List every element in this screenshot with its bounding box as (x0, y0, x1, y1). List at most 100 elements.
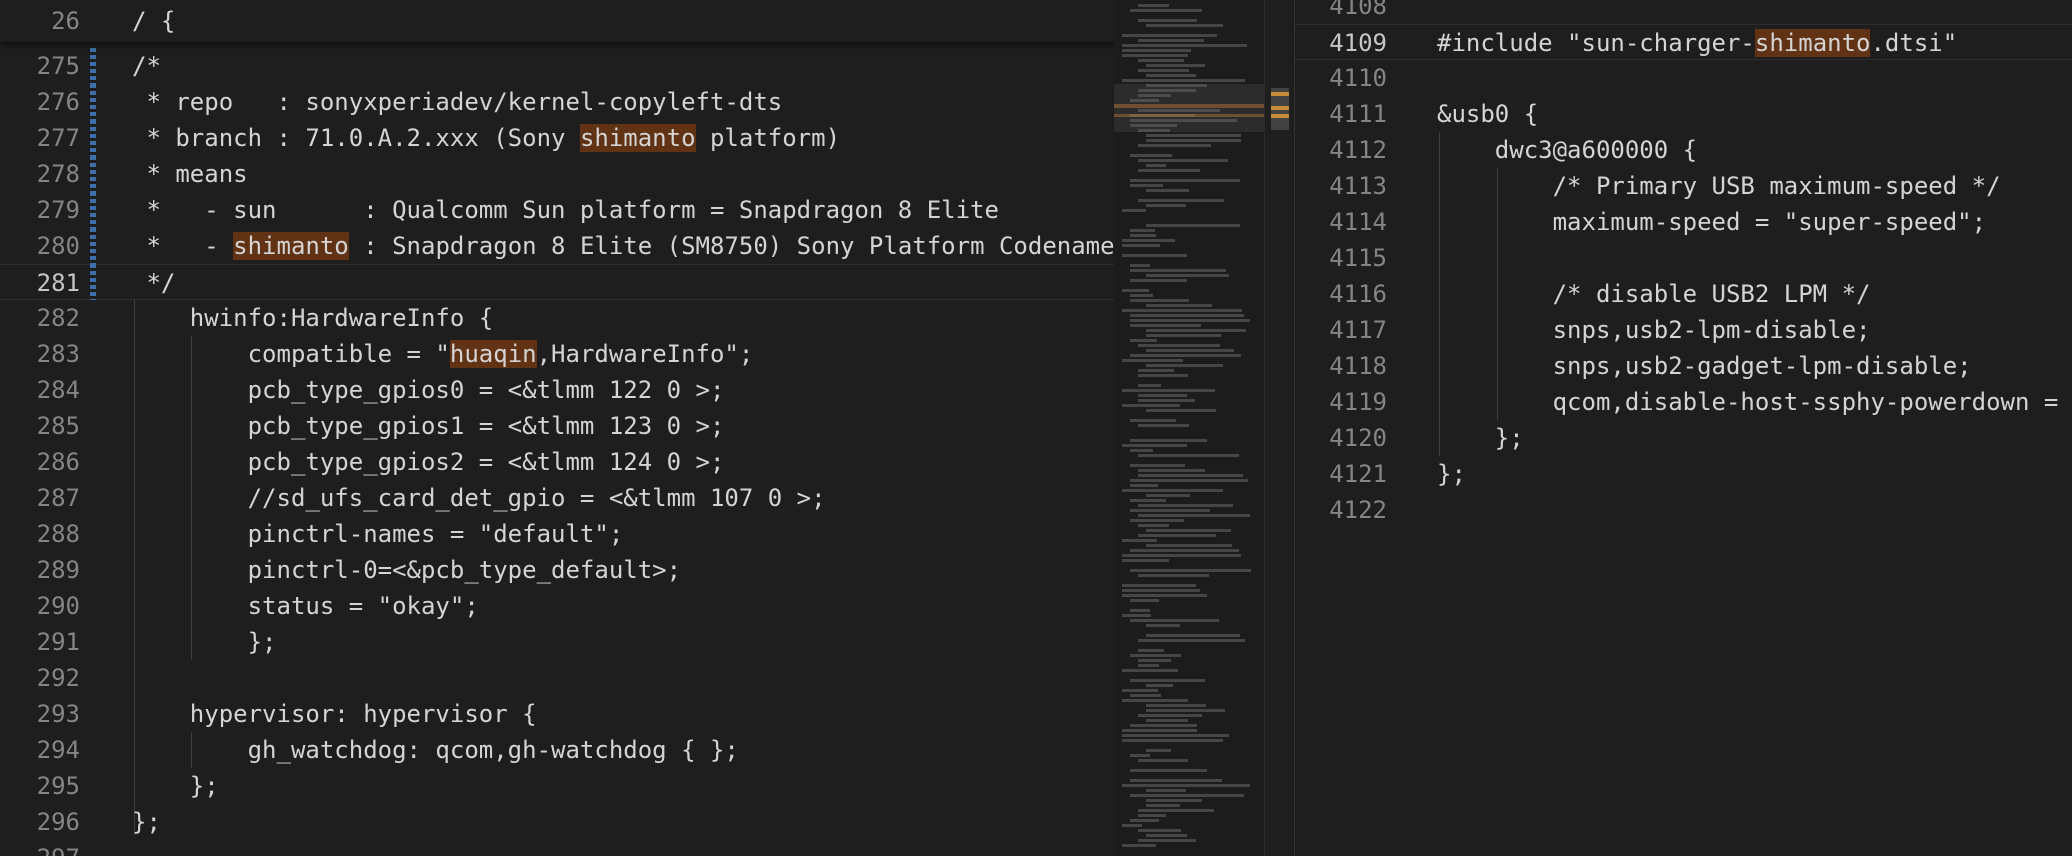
code-line[interactable]: 281 */ (0, 264, 1114, 300)
code-line[interactable]: 295 }; (0, 768, 1114, 804)
code-line[interactable]: 4122 (1295, 492, 2072, 528)
minimap-line (1146, 164, 1166, 167)
line-number: 4108 (1329, 0, 1387, 20)
left-editor-pane[interactable]: 26 / { 275/* 276 * repo : sonyxperiadev/k… (0, 0, 1114, 856)
code-line[interactable]: 290 status = "okay"; (0, 588, 1114, 624)
minimap-line (1122, 739, 1223, 742)
search-match-highlight: shimanto (579, 124, 696, 152)
minimap-line (1138, 534, 1216, 537)
code-line[interactable]: 277 * branch : 71.0.A.2.xxx (Sony shiman… (0, 120, 1114, 156)
minimap-line (1146, 74, 1196, 77)
sticky-line[interactable]: 26 / { (0, 3, 1114, 39)
diff-modified-marker[interactable] (90, 228, 96, 264)
line-number: 285 (36, 412, 80, 440)
minimap-line (1138, 109, 1220, 112)
minimap-line (1138, 839, 1196, 842)
minimap-line (1122, 554, 1241, 557)
code-line[interactable]: 280 * - shimanto : Snapdragon 8 Elite (S… (0, 228, 1114, 264)
minimap-line (1146, 139, 1241, 142)
minimap-line (1138, 394, 1187, 397)
code-line[interactable]: 4120 }; (1295, 420, 2072, 456)
sticky-scroll-header[interactable]: 26 / { (0, 0, 1114, 42)
code-line[interactable]: 276 * repo : sonyxperiadev/kernel-copyle… (0, 84, 1114, 120)
minimap-line (1138, 159, 1228, 162)
code-line[interactable]: 4111 &usb0 { (1295, 96, 2072, 132)
minimap-line (1146, 189, 1189, 192)
minimap-line (1130, 769, 1207, 772)
minimap[interactable] (1114, 0, 1264, 856)
code-line[interactable]: 4109 #include "sun-charger-shimanto.dtsi" (1295, 24, 2072, 60)
code-line[interactable]: 289 pinctrl-0=<&pcb_type_default>; (0, 552, 1114, 588)
code-line[interactable]: 292 (0, 660, 1114, 696)
code-line[interactable]: 282 hwinfo:HardwareInfo { (0, 300, 1114, 336)
right-editor-pane[interactable]: 4108 4109 #include "sun-charger-shimanto.d… (1294, 0, 2072, 856)
code-line[interactable]: 4119 qcom,disable-host-ssphy-powerdown = (1295, 384, 2072, 420)
code-line[interactable]: 4114 maximum-speed = "super-speed"; (1295, 204, 2072, 240)
code-line[interactable]: 4113 /* Primary USB maximum-speed */ (1295, 168, 2072, 204)
minimap-line (1138, 514, 1250, 517)
code-line[interactable]: 4108 (1295, 0, 2072, 24)
code-text: * repo : sonyxperiadev/kernel-copyleft-d… (132, 88, 783, 116)
minimap-line (1138, 199, 1224, 202)
code-line[interactable]: 287 //sd_ufs_card_det_gpio = <&tlmm 107 … (0, 480, 1114, 516)
minimap-line (1146, 544, 1232, 547)
line-number: 4118 (1329, 352, 1387, 380)
code-line[interactable]: 284 pcb_type_gpios0 = <&tlmm 122 0 >; (0, 372, 1114, 408)
code-line[interactable]: 278 * means (0, 156, 1114, 192)
code-line[interactable]: 288 pinctrl-names = "default"; (0, 516, 1114, 552)
vertical-scrollbar[interactable] (1264, 0, 1295, 856)
minimap-line (1122, 254, 1187, 257)
diff-modified-marker[interactable] (90, 264, 96, 300)
code-line[interactable]: 4115 (1295, 240, 2072, 276)
code-line[interactable]: 296}; (0, 804, 1114, 840)
diff-modified-marker[interactable] (90, 120, 96, 156)
minimap-line (1130, 484, 1158, 487)
minimap-line (1122, 734, 1229, 737)
code-line[interactable]: 279 * - sun : Qualcomm Sun platform = Sn… (0, 192, 1114, 228)
minimap-line (1138, 469, 1205, 472)
code-line[interactable]: 4116 /* disable USB2 LPM */ (1295, 276, 2072, 312)
minimap-line (1138, 59, 1184, 62)
diff-modified-marker[interactable] (90, 84, 96, 120)
minimap-line (1146, 804, 1180, 807)
line-number: 280 (36, 232, 80, 260)
line-number: 283 (36, 340, 80, 368)
minimap-line (1138, 504, 1233, 507)
code-line[interactable]: 283 compatible = "huaqin,HardwareInfo"; (0, 336, 1114, 372)
code-line[interactable]: 285 pcb_type_gpios1 = <&tlmm 123 0 >; (0, 408, 1114, 444)
minimap-line (1130, 179, 1240, 182)
code-line[interactable]: 297 (0, 840, 1114, 856)
code-line[interactable]: 4117 snps,usb2-lpm-disable; (1295, 312, 2072, 348)
code-text: snps,usb2-lpm-disable; (1437, 316, 1871, 344)
code-line[interactable]: 4110 (1295, 60, 2072, 96)
minimap-line (1130, 354, 1241, 357)
diff-modified-marker[interactable] (90, 156, 96, 192)
code-segment: #include "sun-charger- (1437, 29, 1755, 57)
code-text: }; (1437, 424, 1524, 452)
code-text: pcb_type_gpios0 = <&tlmm 122 0 >; (132, 376, 725, 404)
minimap-line (1130, 754, 1150, 757)
minimap-line (1146, 749, 1171, 752)
line-number: 4110 (1329, 64, 1387, 92)
code-line[interactable]: 4112 dwc3@a600000 { (1295, 132, 2072, 168)
code-line[interactable]: 4121}; (1295, 456, 2072, 492)
code-line[interactable]: 275/* (0, 48, 1114, 84)
code-line[interactable]: 4118 snps,usb2-gadget-lpm-disable; (1295, 348, 2072, 384)
code-line[interactable]: 294 gh_watchdog: qcom,gh-watchdog { }; (0, 732, 1114, 768)
minimap-line (1138, 574, 1209, 577)
code-text: * - shimanto : Snapdragon 8 Elite (SM875… (132, 228, 1114, 264)
diff-modified-marker[interactable] (90, 48, 96, 84)
code-line[interactable]: 286 pcb_type_gpios2 = <&tlmm 124 0 >; (0, 444, 1114, 480)
minimap-line (1138, 94, 1171, 97)
minimap-line (1146, 304, 1212, 307)
scrollbar-search-marker (1271, 114, 1289, 118)
minimap-line (1130, 9, 1202, 12)
minimap-line (1122, 54, 1188, 57)
code-line[interactable]: 293 hypervisor: hypervisor { (0, 696, 1114, 732)
line-number: 294 (36, 736, 80, 764)
minimap-line (1130, 499, 1166, 502)
diff-modified-marker[interactable] (90, 192, 96, 228)
minimap-line (1122, 289, 1149, 292)
code-line[interactable]: 291 }; (0, 624, 1114, 660)
minimap-line (1130, 609, 1150, 612)
